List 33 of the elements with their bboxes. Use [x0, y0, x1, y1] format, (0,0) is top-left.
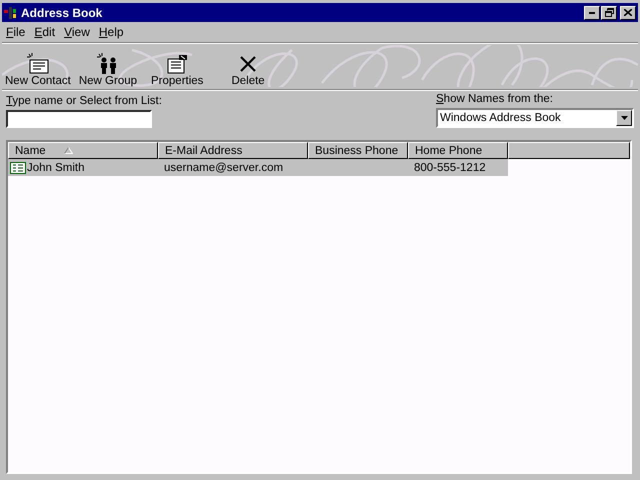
- minimize-icon: [589, 12, 595, 14]
- search-label: Type name or Select from List:: [6, 95, 162, 107]
- properties-sheet-icon: [165, 53, 190, 75]
- menu-item[interactable]: View: [60, 25, 95, 39]
- toolbar-button[interactable]: New Contact: [3, 53, 73, 87]
- source-dropdown[interactable]: Windows Address Book: [436, 108, 634, 128]
- table-cell-text: username@server.com: [163, 162, 284, 174]
- contact-card-icon: [26, 53, 50, 75]
- menu-item[interactable]: Edit: [30, 25, 60, 39]
- restore-button[interactable]: [601, 6, 617, 20]
- column-header[interactable]: Home Phone: [408, 142, 508, 159]
- toolbar-button[interactable]: Properties: [149, 53, 206, 87]
- restore-icon: [604, 8, 614, 17]
- app-icon: [4, 6, 18, 20]
- window-title: Address Book: [21, 6, 104, 20]
- source-label: Show Names from the:: [436, 93, 554, 105]
- menu-item[interactable]: File: [2, 25, 30, 39]
- column-header[interactable]: Business Phone: [308, 142, 408, 159]
- toolbar-button[interactable]: Delete: [229, 53, 267, 87]
- dropdown-button[interactable]: [616, 110, 632, 126]
- caret-icon: [620, 116, 628, 120]
- column-header[interactable]: Name: [8, 142, 158, 159]
- column-header[interactable]: E-Mail Address: [158, 142, 308, 159]
- menu-item[interactable]: Help: [94, 25, 129, 39]
- table-cell-text: 800-555-1212: [413, 162, 487, 174]
- table-cell: John Smith: [27, 162, 85, 174]
- close-icon: [624, 9, 632, 16]
- contact-card-icon: [10, 162, 26, 174]
- contact-row[interactable]: John Smith username@server.com 800-555-1212: [8, 159, 508, 176]
- toolbar-button[interactable]: New Group: [76, 53, 140, 87]
- minimize-button[interactable]: [584, 6, 600, 20]
- close-button[interactable]: [620, 6, 636, 20]
- name-search-field[interactable]: [6, 110, 152, 128]
